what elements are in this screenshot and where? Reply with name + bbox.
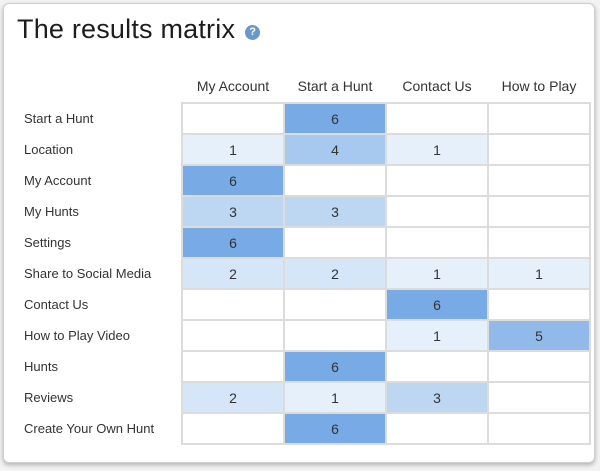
matrix-cell — [487, 288, 591, 321]
table-row: Contact Us 6 — [16, 288, 591, 321]
matrix-cell — [181, 102, 285, 135]
row-label: How to Play Video — [24, 328, 130, 343]
matrix-cell — [283, 226, 387, 259]
row-label: Share to Social Media — [24, 266, 152, 281]
table-row: My Account 6 — [16, 164, 591, 197]
row-label: Contact Us — [24, 297, 89, 312]
row-label: My Account — [24, 173, 92, 188]
matrix-cell — [283, 164, 387, 197]
matrix-table: My Account Start a Hunt Contact Us How t… — [16, 70, 591, 445]
table-row: Start a Hunt 6 — [16, 102, 591, 135]
matrix-cell: 1 — [181, 133, 285, 166]
matrix-cell: 3 — [181, 195, 285, 228]
matrix-cell — [385, 195, 489, 228]
page-title: The results matrix — [17, 14, 236, 44]
table-row: Reviews 2 1 3 — [16, 381, 591, 414]
matrix-cell: 1 — [385, 133, 489, 166]
row-label: Hunts — [24, 359, 58, 374]
matrix-cell: 6 — [181, 164, 285, 197]
matrix-body: Start a Hunt 6 Location 1 4 1 My Account 6 My Hu… — [16, 102, 591, 445]
row-label: My Hunts — [24, 204, 79, 219]
matrix-cell: 6 — [283, 412, 387, 445]
matrix-cell — [487, 164, 591, 197]
matrix-cell — [385, 350, 489, 383]
table-row: Create Your Own Hunt 6 — [16, 412, 591, 445]
results-matrix-card: The results matrix ? My Account Start a … — [3, 3, 595, 463]
matrix-cell — [385, 164, 489, 197]
matrix-cell — [487, 133, 591, 166]
matrix-cell: 6 — [283, 350, 387, 383]
matrix-cell: 3 — [385, 381, 489, 414]
title-row: The results matrix ? — [17, 14, 261, 45]
corner-cell — [16, 70, 182, 103]
results-matrix: My Account Start a Hunt Contact Us How t… — [16, 70, 591, 445]
matrix-cell: 1 — [487, 257, 591, 290]
matrix-cell — [487, 412, 591, 445]
column-header: How to Play — [501, 78, 577, 94]
table-row: Share to Social Media 2 2 1 1 — [16, 257, 591, 290]
matrix-cell: 6 — [283, 102, 387, 135]
matrix-cell: 2 — [181, 381, 285, 414]
matrix-cell: 5 — [487, 319, 591, 352]
question-circle-icon[interactable]: ? — [245, 25, 261, 40]
row-label: Settings — [24, 235, 71, 250]
matrix-cell — [385, 412, 489, 445]
matrix-cell: 6 — [385, 288, 489, 321]
matrix-cell: 1 — [283, 381, 387, 414]
header-row: My Account Start a Hunt Contact Us How t… — [16, 70, 590, 103]
matrix-cell — [487, 350, 591, 383]
matrix-cell — [385, 102, 489, 135]
row-label: Create Your Own Hunt — [24, 421, 155, 436]
matrix-cell — [487, 226, 591, 259]
table-row: How to Play Video 1 5 — [16, 319, 591, 352]
column-header: My Account — [196, 78, 270, 94]
row-label: Reviews — [24, 390, 74, 405]
matrix-cell — [181, 319, 285, 352]
table-row: Hunts 6 — [16, 350, 591, 383]
matrix-cell: 2 — [181, 257, 285, 290]
matrix-cell: 1 — [385, 257, 489, 290]
matrix-cell: 2 — [283, 257, 387, 290]
matrix-cell: 3 — [283, 195, 387, 228]
matrix-cell — [487, 102, 591, 135]
row-label: Start a Hunt — [24, 111, 94, 126]
matrix-cell: 1 — [385, 319, 489, 352]
matrix-cell — [385, 226, 489, 259]
table-row: Settings 6 — [16, 226, 591, 259]
matrix-cell — [283, 288, 387, 321]
table-row: Location 1 4 1 — [16, 133, 591, 166]
matrix-cell — [487, 381, 591, 414]
matrix-cell: 4 — [283, 133, 387, 166]
matrix-cell — [181, 288, 285, 321]
matrix-cell — [487, 195, 591, 228]
matrix-cell — [181, 350, 285, 383]
row-label: Location — [24, 142, 74, 157]
column-header: Contact Us — [402, 78, 472, 94]
column-header: Start a Hunt — [297, 78, 373, 94]
matrix-cell — [283, 319, 387, 352]
matrix-cell: 6 — [181, 226, 285, 259]
matrix-cell — [181, 412, 285, 445]
table-row: My Hunts 3 3 — [16, 195, 591, 228]
